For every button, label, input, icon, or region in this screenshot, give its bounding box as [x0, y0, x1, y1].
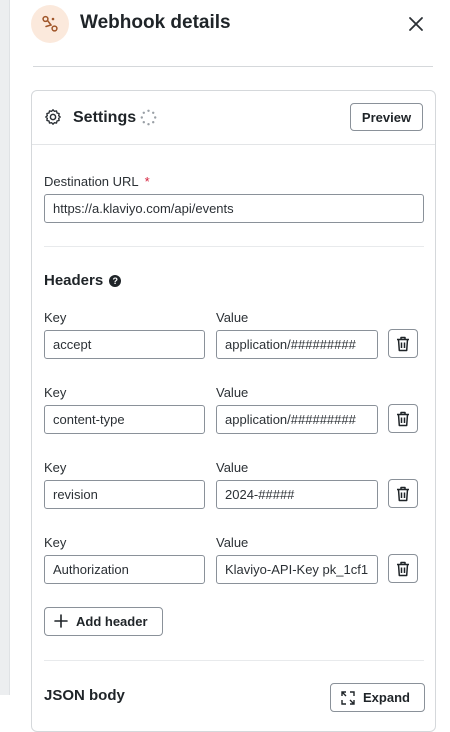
delete-header-button[interactable] [388, 404, 418, 433]
close-icon [409, 17, 423, 31]
destination-url-input[interactable]: https://a.klaviyo.com/api/events [44, 194, 424, 223]
section-divider [44, 246, 424, 247]
headers-title-text: Headers [44, 272, 104, 289]
header-key-input[interactable]: content-type [44, 405, 205, 434]
json-body-label: JSON body [44, 687, 125, 704]
destination-url-label: Destination URL * [44, 174, 150, 189]
header-key-input[interactable]: accept [44, 330, 205, 359]
delete-header-button[interactable] [388, 479, 418, 508]
settings-card: Settings Preview Destination URL * https:… [31, 90, 436, 732]
preview-button[interactable]: Preview [350, 103, 423, 131]
add-header-label: Add header [76, 614, 148, 629]
expand-label: Expand [363, 690, 410, 705]
key-label: Key [44, 385, 67, 400]
webhook-icon [31, 5, 69, 43]
header-divider [33, 66, 433, 67]
required-marker: * [144, 174, 150, 189]
expand-button[interactable]: Expand [330, 683, 425, 712]
header-key-input[interactable]: revision [44, 480, 205, 509]
delete-header-button[interactable] [388, 329, 418, 358]
plus-icon [54, 612, 68, 632]
header-value-input[interactable]: 2024-##### [216, 480, 378, 509]
header-value-input[interactable]: Klaviyo-API-Key pk_1cf1 [216, 555, 378, 584]
loading-spinner-icon [140, 109, 157, 126]
help-icon[interactable]: ? [109, 274, 122, 287]
key-label: Key [44, 535, 67, 550]
value-label: Value [216, 310, 249, 325]
header-key-input[interactable]: Authorization [44, 555, 205, 584]
key-label: Key [44, 460, 67, 475]
section-divider [44, 660, 424, 661]
expand-icon [341, 690, 355, 705]
trash-icon [397, 411, 409, 426]
header-value-input[interactable]: application/######### [216, 330, 378, 359]
value-label: Value [216, 460, 249, 475]
gear-icon [45, 109, 61, 125]
trash-icon [397, 561, 409, 576]
key-label: Key [44, 310, 67, 325]
panel-header: Webhook details [10, 0, 450, 66]
header-value-input[interactable]: application/######### [216, 405, 378, 434]
panel-title: Webhook details [80, 12, 231, 33]
trash-icon [397, 486, 409, 501]
background-page-edge [0, 0, 10, 695]
value-label: Value [216, 535, 249, 550]
settings-title: Settings [73, 109, 137, 126]
destination-url-label-text: Destination URL [44, 174, 139, 189]
delete-header-button[interactable] [388, 554, 418, 583]
add-header-button[interactable]: Add header [44, 607, 163, 636]
settings-card-header: Settings Preview [32, 91, 435, 145]
webhook-details-panel: Webhook details Settings Preview Destina… [10, 0, 450, 732]
headers-title: Headers ? [44, 272, 122, 289]
trash-icon [397, 336, 409, 351]
close-button[interactable] [403, 11, 429, 37]
value-label: Value [216, 385, 249, 400]
